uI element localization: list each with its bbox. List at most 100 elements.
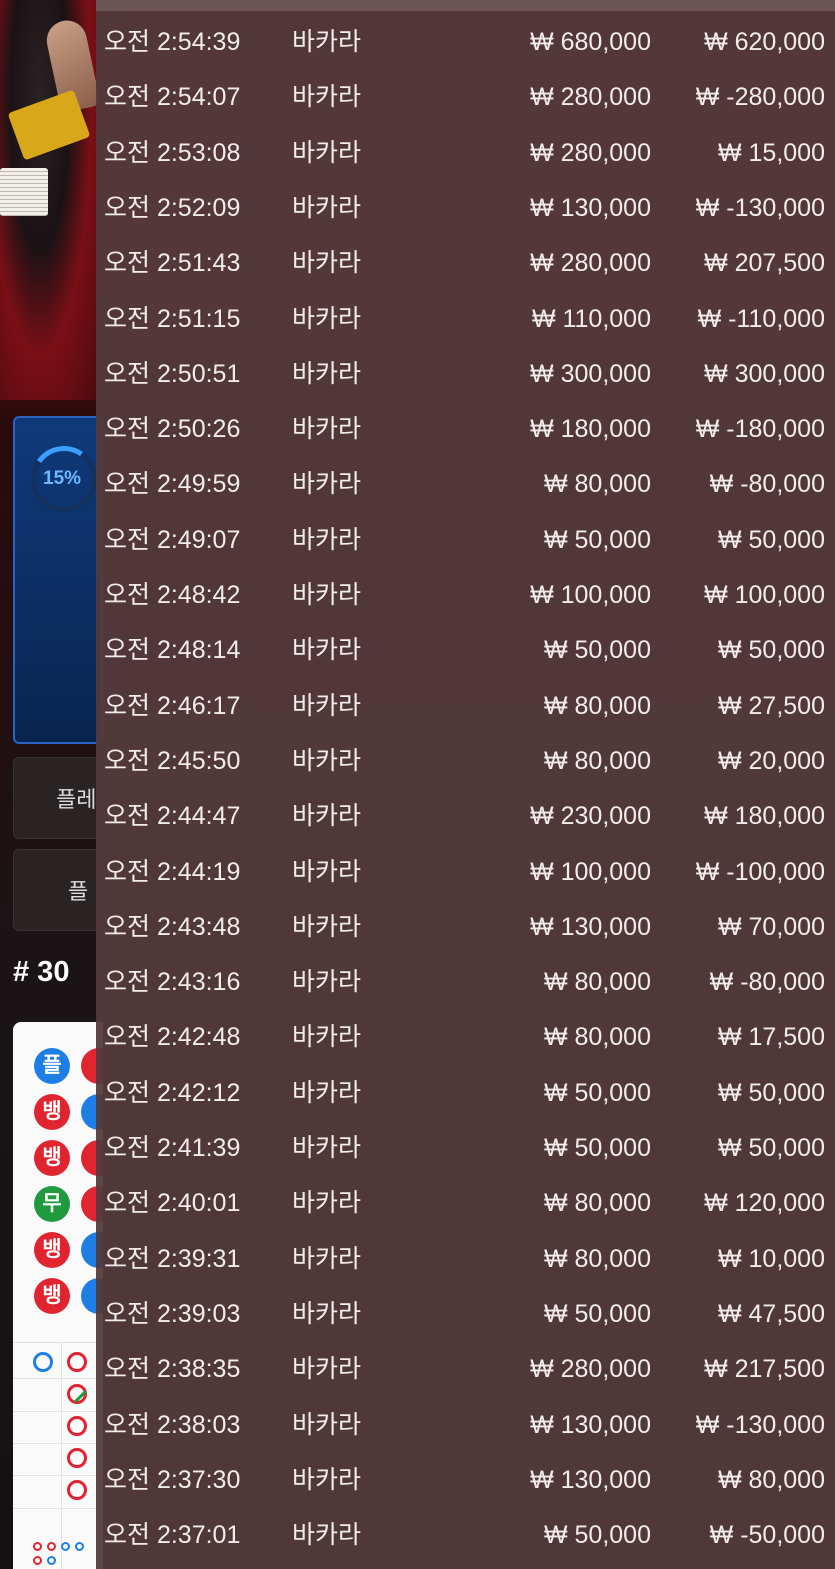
history-row[interactable]: 오전 2:38:35 바카라 ₩ 280,000 ₩ 217,500	[96, 1342, 835, 1397]
history-result-amount: ₩ 47,500	[717, 1299, 825, 1328]
small-road-bead	[47, 1556, 56, 1565]
history-row[interactable]: 오전 2:51:15 바카라 ₩ 110,000 ₩ -110,000	[96, 292, 835, 347]
history-bet-amount: ₩ 80,000	[543, 746, 651, 775]
history-bet-amount: ₩ 80,000	[543, 1023, 651, 1052]
history-game-name: 바카라	[292, 1355, 362, 1384]
history-row[interactable]: 오전 2:40:01 바카라 ₩ 80,000 ₩ 120,000	[96, 1176, 835, 1231]
history-bet-amount: ₩ 50,000	[543, 525, 651, 554]
history-time: 오전 2:37:01	[104, 1521, 241, 1550]
history-result-amount: ₩ 620,000	[704, 28, 825, 56]
history-time: 오전 2:44:19	[104, 857, 241, 886]
history-row[interactable]: 오전 2:42:48 바카라 ₩ 80,000 ₩ 17,500	[96, 1010, 835, 1065]
history-time: 오전 2:54:39	[104, 28, 241, 56]
grid-line	[13, 1508, 103, 1509]
history-row[interactable]: 오전 2:48:14 바카라 ₩ 50,000 ₩ 50,000	[96, 623, 835, 678]
history-row[interactable]: 오전 2:53:08 바카라 ₩ 280,000 ₩ 15,000	[96, 126, 835, 181]
history-row[interactable]: 오전 2:50:51 바카라 ₩ 300,000 ₩ 300,000	[96, 347, 835, 402]
history-game-name: 바카라	[292, 912, 362, 941]
history-row[interactable]: 오전 2:37:30 바카라 ₩ 130,000 ₩ 80,000	[96, 1453, 835, 1508]
history-time: 오전 2:49:59	[104, 470, 241, 499]
history-bet-amount: ₩ 280,000	[530, 249, 651, 278]
history-time: 오전 2:50:51	[104, 359, 241, 388]
big-road-player-bead	[33, 1352, 53, 1372]
history-row[interactable]: 오전 2:43:16 바카라 ₩ 80,000 ₩ -80,000	[96, 955, 835, 1010]
history-row[interactable]: 오전 2:50:26 바카라 ₩ 180,000 ₩ -180,000	[96, 402, 835, 457]
history-bet-amount: ₩ 280,000	[530, 83, 651, 112]
history-game-name: 바카라	[292, 1023, 362, 1052]
history-row[interactable]: 오전 2:52:09 바카라 ₩ 130,000 ₩ -130,000	[96, 181, 835, 236]
history-row[interactable]: 오전 2:38:03 바카라 ₩ 130,000 ₩ -130,000	[96, 1398, 835, 1453]
history-row[interactable]: 오전 2:54:39 바카라 ₩ 680,000 ₩ 620,000	[96, 15, 835, 70]
road-result-banker: 뱅	[34, 1232, 70, 1268]
history-top-bar	[96, 0, 835, 11]
history-time: 오전 2:51:15	[104, 304, 241, 333]
history-row[interactable]: 오전 2:37:01 바카라 ₩ 50,000 ₩ -50,000	[96, 1508, 835, 1563]
history-time: 오전 2:42:12	[104, 1078, 241, 1107]
history-bet-amount: ₩ 130,000	[530, 193, 651, 222]
history-bet-amount: ₩ 130,000	[530, 1465, 651, 1494]
history-game-name: 바카라	[292, 1465, 362, 1494]
history-row[interactable]: 오전 2:49:07 바카라 ₩ 50,000 ₩ 50,000	[96, 513, 835, 568]
history-bet-amount: ₩ 130,000	[530, 1410, 651, 1439]
grid-line	[13, 1475, 103, 1476]
history-game-name: 바카라	[292, 28, 362, 56]
history-time: 오전 2:53:08	[104, 138, 241, 167]
history-row[interactable]: 오전 2:45:50 바카라 ₩ 80,000 ₩ 20,000	[96, 734, 835, 789]
history-time: 오전 2:49:07	[104, 525, 241, 554]
history-row[interactable]: 오전 2:44:47 바카라 ₩ 230,000 ₩ 180,000	[96, 789, 835, 844]
history-result-amount: ₩ 120,000	[704, 1189, 825, 1218]
big-road-banker-bead	[67, 1352, 87, 1372]
history-time: 오전 2:44:47	[104, 802, 241, 831]
player-bonus-label: 플	[68, 879, 89, 904]
history-game-name: 바카라	[292, 636, 362, 665]
history-time: 오전 2:45:50	[104, 746, 241, 775]
history-bet-amount: ₩ 50,000	[543, 636, 651, 665]
history-bet-amount: ₩ 80,000	[543, 968, 651, 997]
player-pair-button[interactable]: 플레	[13, 757, 103, 839]
history-game-name: 바카라	[292, 304, 362, 333]
history-bet-amount: ₩ 110,000	[531, 304, 651, 333]
history-row[interactable]: 오전 2:42:12 바카라 ₩ 50,000 ₩ 50,000	[96, 1066, 835, 1121]
roadmap-board[interactable]: 플 뱅 뱅 무 뱅 뱅	[13, 1022, 103, 1569]
history-row[interactable]: 오전 2:49:59 바카라 ₩ 80,000 ₩ -80,000	[96, 457, 835, 512]
history-game-name: 바카라	[292, 470, 362, 499]
history-row[interactable]: 오전 2:39:31 바카라 ₩ 80,000 ₩ 10,000	[96, 1232, 835, 1287]
history-game-name: 바카라	[292, 359, 362, 388]
history-row[interactable]: 오전 2:44:19 바카라 ₩ 100,000 ₩ -100,000	[96, 845, 835, 900]
bet-history-panel[interactable]: 오전 2:54:39 바카라 ₩ 680,000 ₩ 620,000 오전 2:54:0…	[96, 0, 835, 1569]
history-game-name: 바카라	[292, 138, 362, 167]
history-row[interactable]: 오전 2:46:17 바카라 ₩ 80,000 ₩ 27,500	[96, 679, 835, 734]
history-game-name: 바카라	[292, 1078, 362, 1107]
history-time: 오전 2:37:30	[104, 1465, 241, 1494]
history-result-amount: ₩ 50,000	[717, 525, 825, 554]
dealer-video	[0, 0, 101, 400]
history-row[interactable]: 오전 2:43:48 바카라 ₩ 130,000 ₩ 70,000	[96, 900, 835, 955]
tie-slash-icon	[74, 1390, 87, 1403]
big-road-banker-bead	[67, 1448, 87, 1468]
history-time: 오전 2:48:42	[104, 581, 241, 609]
history-game-name: 바카라	[292, 857, 362, 886]
big-road-banker-bead	[67, 1416, 87, 1436]
history-result-amount: ₩ -50,000	[709, 1521, 825, 1550]
small-road-bead	[33, 1542, 42, 1551]
player-bonus-button[interactable]: 플	[13, 849, 103, 931]
history-bet-amount: ₩ 50,000	[543, 1134, 651, 1162]
history-row[interactable]: 오전 2:51:43 바카라 ₩ 280,000 ₩ 207,500	[96, 236, 835, 291]
history-row[interactable]: 오전 2:48:42 바카라 ₩ 100,000 ₩ 100,000	[96, 568, 835, 623]
bet-progress-panel[interactable]: 15% 플	[13, 416, 103, 1155]
history-time: 오전 2:42:48	[104, 1023, 241, 1052]
history-game-name: 바카라	[292, 746, 362, 775]
history-bet-amount: ₩ 50,000	[543, 1521, 651, 1550]
history-game-name: 바카라	[292, 1521, 362, 1550]
history-time: 오전 2:52:09	[104, 193, 241, 222]
history-time: 오전 2:54:07	[104, 83, 241, 112]
history-row[interactable]: 오전 2:39:03 바카라 ₩ 50,000 ₩ 47,500	[96, 1287, 835, 1342]
history-bet-amount: ₩ 300,000	[530, 359, 651, 388]
history-row[interactable]: 오전 2:54:07 바카라 ₩ 280,000 ₩ -280,000	[96, 70, 835, 125]
history-time: 오전 2:39:31	[104, 1244, 241, 1273]
history-row[interactable]: 오전 2:41:39 바카라 ₩ 50,000 ₩ 50,000	[96, 1121, 835, 1176]
history-bet-amount: ₩ 130,000	[530, 912, 651, 941]
history-result-amount: ₩ 300,000	[704, 359, 825, 388]
history-game-name: 바카라	[292, 193, 362, 222]
history-game-name: 바카라	[292, 83, 362, 112]
